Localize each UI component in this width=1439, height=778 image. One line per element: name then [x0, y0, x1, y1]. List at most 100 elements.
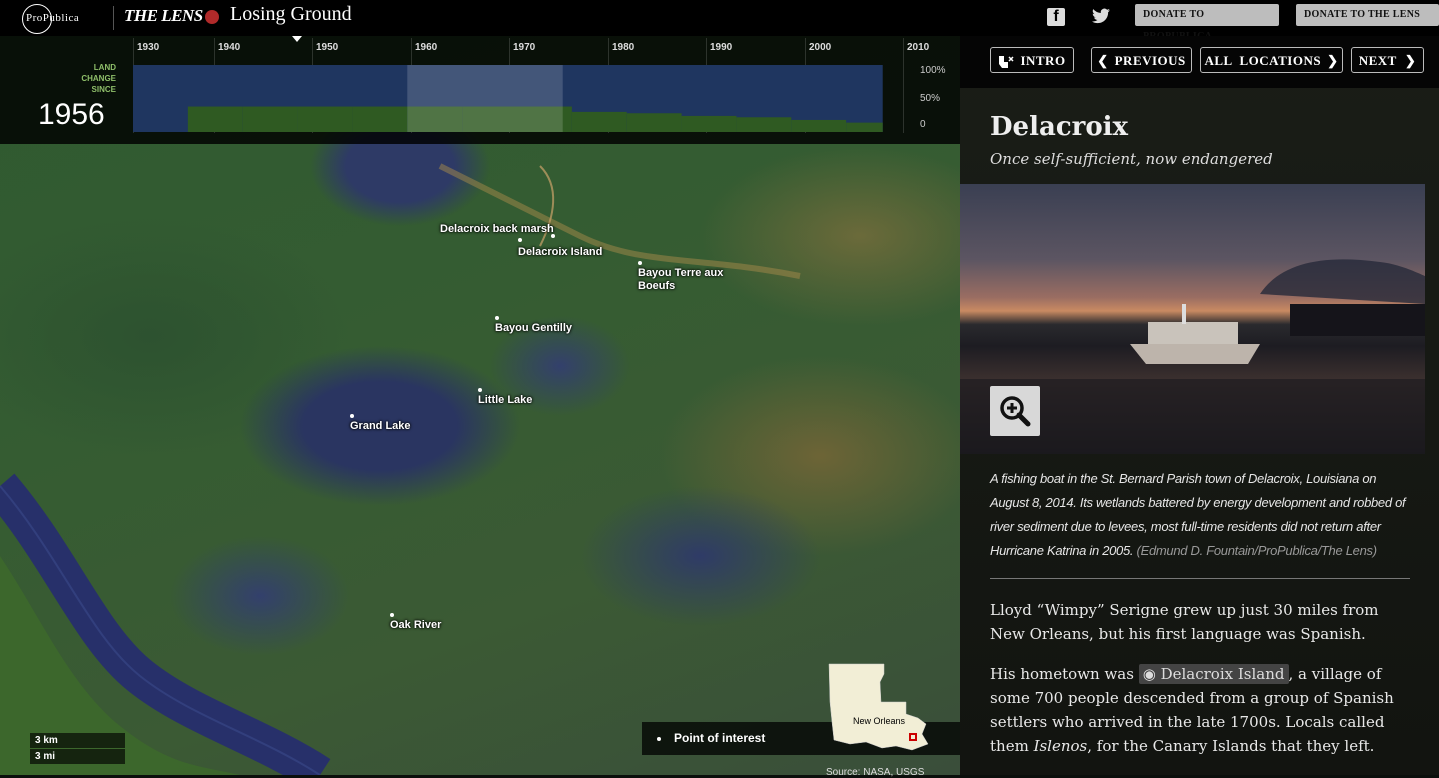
poi-little-lake[interactable]: Little Lake: [478, 388, 533, 407]
poi-label: Delacroix Island: [518, 246, 603, 258]
map-icon: [999, 56, 1014, 69]
twitter-icon[interactable]: [1092, 8, 1110, 26]
chart-land-bar: [681, 115, 737, 132]
land-change-timeline[interactable]: 1930 1940 1950 1960 1970 1980 1990 2000 …: [0, 36, 960, 144]
photo-caption: A fishing boat in the St. Bernard Parish…: [990, 467, 1410, 563]
intro-label: INTRO: [1020, 53, 1066, 68]
poi-label: Bayou Terre aux Boeufs: [638, 267, 724, 292]
logo-divider: [113, 6, 114, 30]
story-paragraph: Lloyd “Wimpy” Serigne grew up just 30 mi…: [990, 601, 1379, 643]
scale-km: 3 km: [30, 733, 125, 748]
zoom-in-button[interactable]: [990, 386, 1040, 436]
location-link-label: Delacroix Island: [1160, 665, 1285, 683]
tick-label: 1950: [316, 42, 339, 53]
previous-button[interactable]: ❮ PREVIOUS: [1091, 47, 1192, 73]
previous-label: PREVIOUS: [1114, 53, 1186, 68]
tick-label: 1970: [513, 42, 536, 53]
chart-land-bar: [736, 117, 792, 132]
land-change-chart[interactable]: [133, 65, 901, 132]
facebook-icon[interactable]: f: [1047, 8, 1065, 26]
chevron-down-icon: ❯: [1327, 53, 1339, 68]
legend-label: Point of interest: [674, 731, 766, 745]
para-em: Islenos: [1033, 737, 1088, 755]
tick-label: 2010: [907, 42, 930, 53]
scale-mi: 3 mi: [30, 749, 125, 764]
next-button[interactable]: NEXT ❯: [1351, 47, 1424, 73]
all-locations-label: ALL LOCATIONS: [1204, 53, 1322, 68]
the-lens-logo[interactable]: THE LENS: [124, 6, 219, 26]
current-year: 1956: [38, 98, 105, 131]
intro-button[interactable]: INTRO: [990, 47, 1074, 73]
location-title: Delacroix: [990, 112, 1129, 142]
chevron-left-icon: ❮: [1097, 53, 1109, 68]
land-change-label: LAND CHANGE SINCE: [81, 63, 116, 94]
poi-dot: [350, 414, 354, 418]
tick-label: 1990: [710, 42, 733, 53]
poi-label: Bayou Gentilly: [495, 322, 573, 334]
lens-mark-icon: [204, 10, 219, 25]
chart-land-bar: [242, 106, 298, 132]
propublica-logo[interactable]: ProPublica: [22, 4, 79, 34]
poi-dot: [638, 261, 642, 265]
chevron-right-icon: ❯: [1404, 53, 1417, 68]
pct-label: 50%: [920, 93, 941, 104]
map-source: Source: NASA, USGS: [826, 767, 925, 778]
louisiana-inset-map[interactable]: [826, 662, 931, 754]
location-nav: INTRO ❮ PREVIOUS ALL LOCATIONS ❯ NEXT ❯: [960, 36, 1439, 88]
poi-dot: [551, 234, 555, 238]
chart-land-bar: [791, 119, 847, 132]
poi-bayou-terre-aux-boeufs[interactable]: Bayou Terre aux Boeufs: [638, 261, 724, 293]
chart-land-bar: [846, 122, 883, 132]
poi-label: Oak River: [390, 619, 442, 631]
top-bar: ProPublica THE LENS Losing Ground f DONA…: [0, 0, 1439, 42]
tick-label: 1980: [612, 42, 635, 53]
the-lens-logo-text: THE LENS: [124, 6, 203, 25]
poi-bayou-gentilly[interactable]: Bayou Gentilly: [495, 316, 573, 335]
land-change-chart-svg: [133, 65, 883, 132]
pct-label: 100%: [920, 65, 946, 76]
poi-grand-lake[interactable]: Grand Lake: [350, 414, 411, 433]
poi-dot: [390, 613, 394, 617]
donate-lens-button[interactable]: DONATE TO THE LENS: [1296, 4, 1439, 26]
caption-divider: [990, 578, 1410, 579]
poi-delacroix-back-marsh[interactable]: Delacroix back marsh: [440, 223, 554, 242]
location-subtitle: Once self-sufficient, now endangered: [990, 150, 1273, 168]
para-text: , for the Canary Islands that they left.: [1087, 737, 1375, 755]
year-pointer-icon: [292, 36, 302, 42]
app-title: Losing Ground: [230, 3, 352, 25]
story-paragraph: His hometown was ◉ Delacroix Island, a v…: [990, 662, 1415, 758]
tick-label: 1960: [415, 42, 438, 53]
chart-land-bar: [187, 106, 243, 132]
donate-propublica-button[interactable]: DONATE TO PROPUBLICA: [1135, 4, 1279, 42]
poi-dot: [518, 238, 522, 242]
all-locations-dropdown[interactable]: ALL LOCATIONS ❯: [1200, 47, 1343, 73]
chart-land-bar: [626, 113, 682, 132]
tick-label: 1930: [137, 42, 160, 53]
tick-label: 2000: [809, 42, 832, 53]
legend-dot-icon: [657, 737, 661, 741]
para-text: His hometown was: [990, 665, 1139, 683]
chart-land-bar: [297, 106, 353, 132]
tick-line: [903, 38, 904, 133]
poi-label: Delacroix back marsh: [440, 223, 554, 235]
map-pin-icon: ◉: [1142, 665, 1156, 683]
poi-dot: [478, 388, 482, 392]
poi-dot: [495, 316, 499, 320]
poi-oak-river[interactable]: Oak River: [390, 613, 442, 632]
location-panel: INTRO ❮ PREVIOUS ALL LOCATIONS ❯ NEXT ❯ Del…: [960, 36, 1439, 775]
location-photo[interactable]: [960, 184, 1425, 454]
pct-label: 0: [920, 119, 926, 130]
photo-credit: (Edmund D. Fountain/ProPublica/The Lens): [1136, 543, 1377, 558]
inset-new-orleans-label: New Orleans: [853, 716, 906, 726]
zoom-in-icon: [1000, 396, 1031, 427]
location-link-delacroix-island[interactable]: ◉ Delacroix Island: [1138, 664, 1289, 684]
next-label: NEXT: [1358, 53, 1397, 68]
propublica-logo-text: ProPublica: [26, 12, 80, 24]
poi-label: Little Lake: [478, 394, 533, 406]
satellite-map[interactable]: Delacroix back marsh Delacroix Island Ba…: [0, 36, 960, 775]
poi-delacroix-island[interactable]: Delacroix Island: [518, 234, 603, 259]
chart-land-bar: [352, 106, 408, 132]
chart-highlight-range: [407, 65, 563, 132]
chart-land-bar: [571, 111, 627, 132]
tick-label: 1940: [218, 42, 241, 53]
